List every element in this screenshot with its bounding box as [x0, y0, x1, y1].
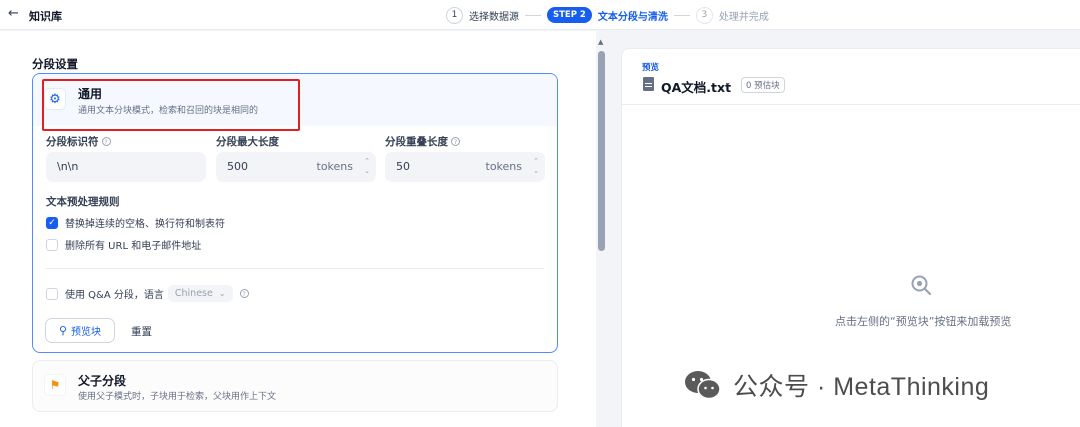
scrollbar-thumb[interactable] — [598, 51, 605, 251]
rules-title: 文本预处理规则 — [46, 196, 120, 208]
watermark-text: 公众号 · MetaThinking — [733, 373, 990, 401]
parent-child-mode-card[interactable]: ⚑ 父子分段 使用父子模式时，子块用于检索，父块用作上下文 — [32, 360, 558, 412]
qa-option[interactable]: 使用 Q&A 分段，语言 Chinese ⌄ ? — [46, 285, 249, 302]
checkbox-icon[interactable] — [46, 287, 58, 300]
checkbox-icon[interactable] — [46, 238, 58, 251]
separator-input[interactable]: \n\n — [46, 152, 206, 182]
divider — [622, 104, 1080, 105]
document-icon — [643, 77, 654, 91]
preview-label: 预览 — [642, 63, 660, 73]
step-2-badge: STEP 2 — [547, 7, 592, 23]
scroll-up-arrow-icon[interactable]: ▲ — [598, 38, 603, 46]
stepper-arrows-icon[interactable]: ⌃ ⌄ — [533, 156, 539, 176]
file-select[interactable]: QA文档.txt — [661, 77, 731, 96]
step-1-label: 选择数据源 — [469, 11, 519, 23]
step-divider — [525, 14, 541, 16]
search-preview-icon — [911, 275, 932, 296]
stepper: 1 选择数据源 STEP 2 文本分段与清洗 3 处理并完成 — [446, 6, 769, 24]
top-bar: ← 知识库 1 选择数据源 STEP 2 文本分段与清洗 3 处理并完成 — [0, 0, 1080, 30]
max-length-label: 分段最大长度 — [216, 136, 279, 148]
step-3-number: 3 — [695, 6, 713, 24]
empty-preview-text: 点击左侧的“预览块”按钮来加载预览 — [835, 315, 1012, 328]
step-1-number: 1 — [446, 6, 463, 24]
chevron-down-icon[interactable]: ⌄ — [724, 78, 732, 88]
chevron-down-icon: ⌄ — [218, 289, 226, 298]
overlap-input[interactable]: 50 tokens ⌃ ⌄ — [385, 152, 545, 182]
step-divider — [673, 14, 690, 16]
help-icon[interactable]: ? — [451, 137, 460, 146]
stepper-arrows-icon[interactable]: ⌃ ⌄ — [364, 156, 370, 176]
section-title: 分段设置 — [32, 57, 78, 71]
separator-label: 分段标识符? — [46, 134, 111, 149]
overlap-label: 分段重叠长度? — [385, 134, 460, 149]
language-select[interactable]: Chinese ⌄ — [167, 285, 233, 302]
help-icon[interactable]: ? — [101, 137, 111, 146]
annotation-highlight-box — [42, 79, 300, 131]
reset-button[interactable]: 重置 — [131, 324, 152, 339]
segment-settings-panel: 分段设置 ⚙ 通用 通用文本分块模式，检索和召回的块是相同的 分段标识符? 分段… — [0, 31, 596, 427]
rule-remove-urls[interactable]: 删除所有 URL 和电子邮件地址 — [46, 237, 201, 252]
search-icon: ⚲ — [58, 324, 68, 337]
parent-child-icon: ⚑ — [44, 374, 66, 396]
step-2-label: 文本分段与清洗 — [597, 11, 668, 23]
divider — [46, 268, 544, 269]
preview-chunks-button[interactable]: ⚲ 预览块 — [45, 318, 115, 343]
wechat-logo-icon — [685, 371, 721, 400]
parent-child-title: 父子分段 — [78, 374, 127, 388]
step-3-label: 处理并完成 — [718, 11, 769, 23]
help-icon[interactable]: ? — [239, 289, 249, 298]
back-arrow-icon[interactable]: ← — [8, 6, 19, 21]
page-title: 知识库 — [29, 10, 62, 23]
chunk-count-badge: 0 预估块 — [741, 77, 785, 93]
rule-replace-spaces[interactable]: ✓ 替换掉连续的空格、换行符和制表符 — [46, 215, 225, 230]
parent-child-desc: 使用父子模式时，子块用于检索，父块用作上下文 — [78, 392, 277, 402]
max-length-input[interactable]: 500 tokens ⌃ ⌄ — [216, 152, 376, 182]
checkbox-checked-icon[interactable]: ✓ — [46, 216, 58, 229]
